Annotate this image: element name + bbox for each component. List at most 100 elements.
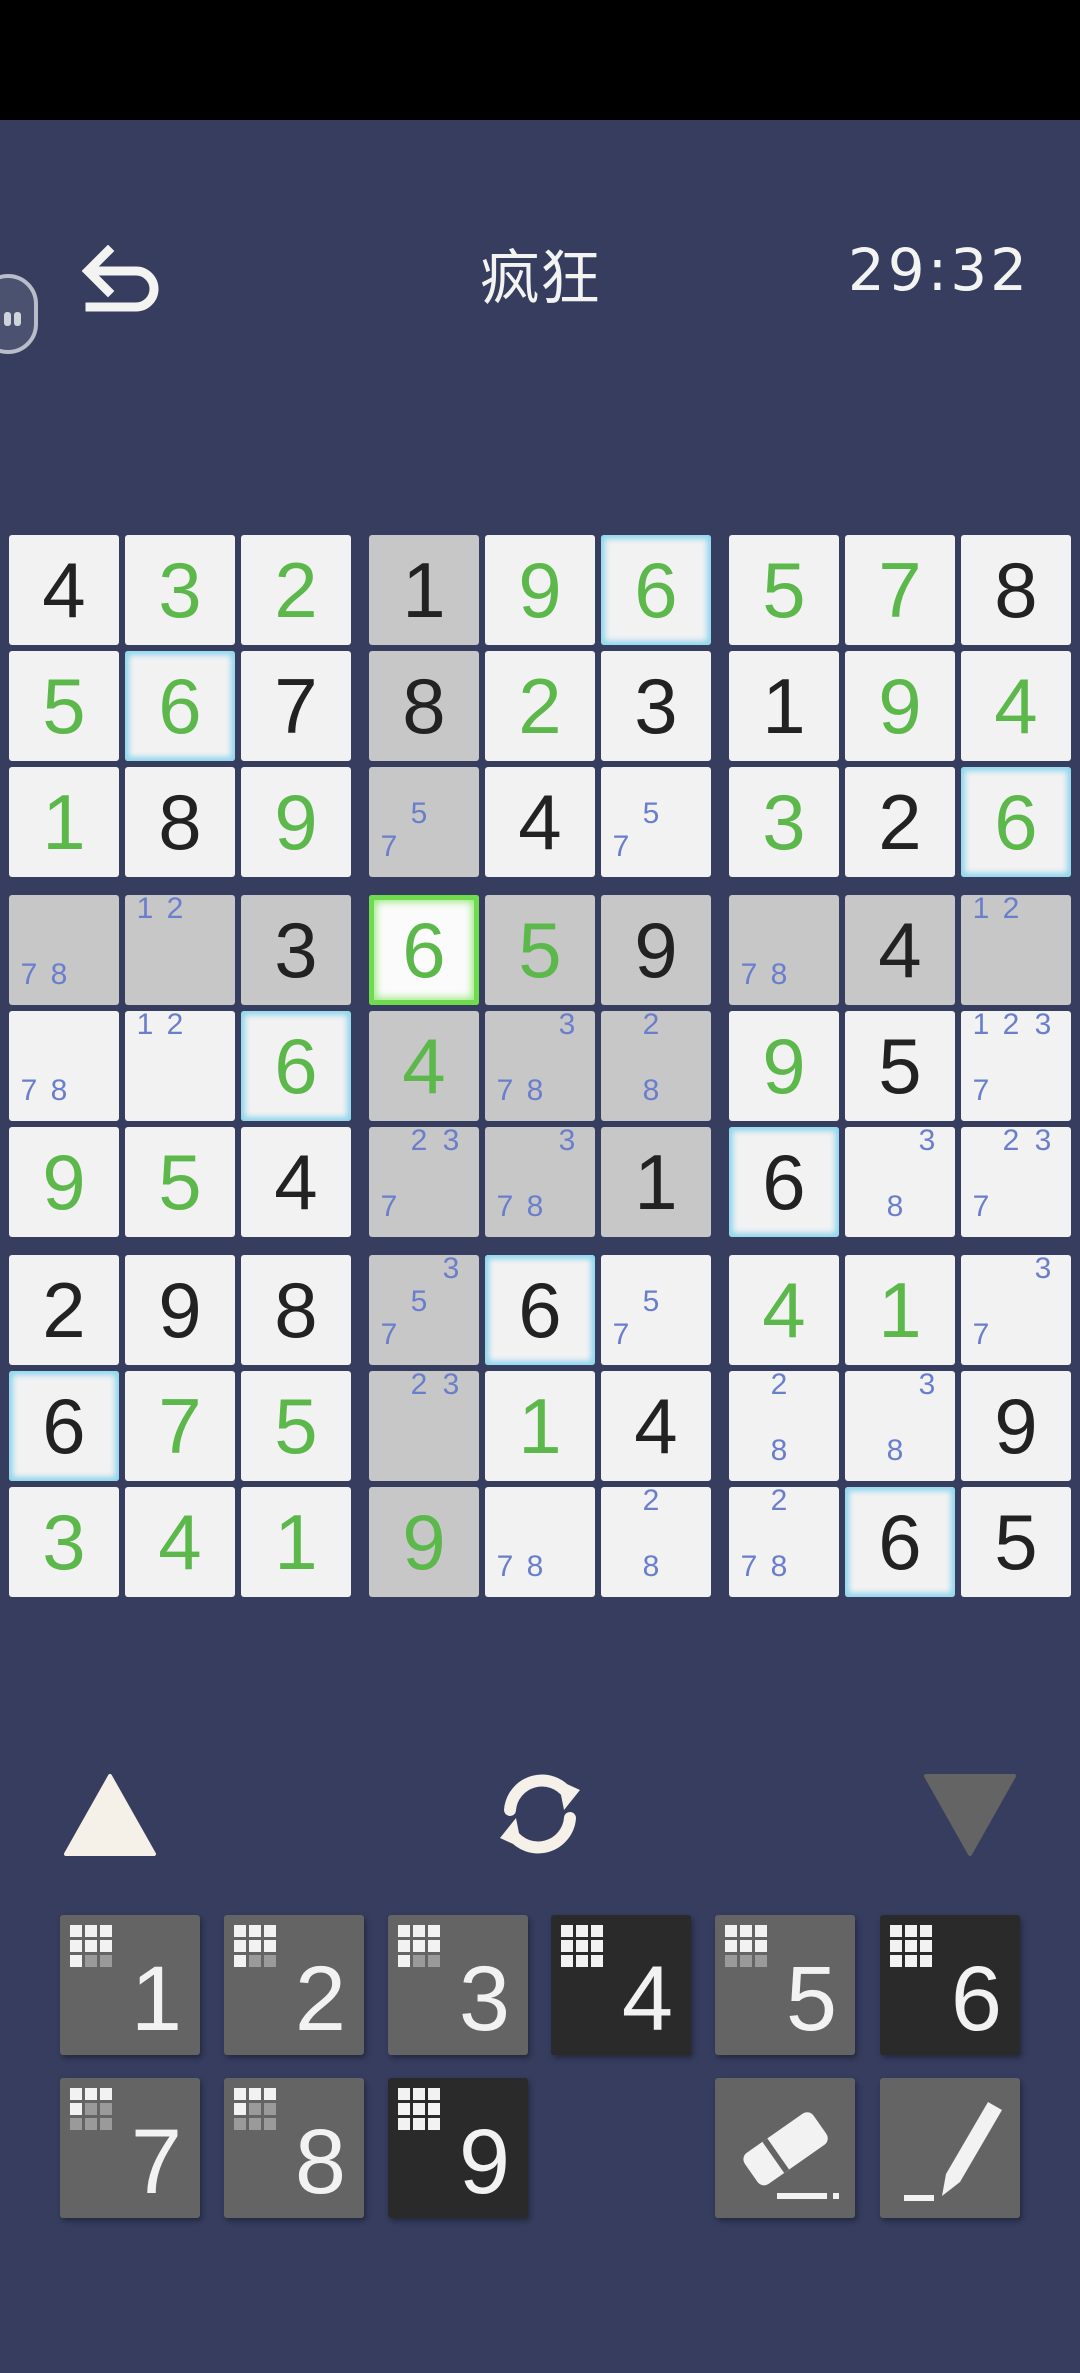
number-key-2[interactable]: 2 — [224, 1915, 364, 2055]
sudoku-cell[interactable]: 1 — [9, 767, 119, 877]
number-key-6[interactable]: 6 — [880, 1915, 1020, 2055]
sudoku-cell[interactable]: 78 — [9, 1011, 119, 1121]
sudoku-cell[interactable]: 12 — [125, 1008, 235, 1121]
sudoku-cell[interactable]: 6 — [241, 1011, 351, 1121]
sudoku-cell[interactable]: 1 — [369, 535, 479, 645]
sudoku-cell[interactable]: 4 — [961, 651, 1071, 761]
sudoku-cell[interactable]: 3 — [729, 767, 839, 877]
sudoku-cell[interactable]: 5 — [729, 535, 839, 645]
sudoku-cell[interactable]: 3 78 — [485, 1008, 595, 1121]
number-key-9[interactable]: 9 — [388, 2078, 528, 2218]
number-key-4[interactable]: 4 — [551, 1915, 691, 2055]
sudoku-cell[interactable]: 6 — [9, 1371, 119, 1481]
number-key-5[interactable]: 5 — [715, 1915, 855, 2055]
sudoku-cell[interactable]: 357 — [369, 1252, 479, 1365]
sudoku-cell[interactable]: 6 — [485, 1255, 595, 1365]
sudoku-cell[interactable]: 8 — [125, 767, 235, 877]
sudoku-cell[interactable]: 38 — [845, 1124, 955, 1237]
sudoku-cell[interactable]: 4 — [601, 1371, 711, 1481]
sudoku-cell[interactable]: 57 — [601, 1255, 711, 1365]
sudoku-cell[interactable]: 1 — [845, 1255, 955, 1365]
sudoku-cell[interactable]: 9 — [125, 1255, 235, 1365]
sudoku-cell[interactable]: 1 — [485, 1371, 595, 1481]
sudoku-cell[interactable]: 6 — [845, 1487, 955, 1597]
sudoku-cell[interactable]: 9 — [9, 1127, 119, 1237]
sudoku-cell[interactable]: 78 — [9, 895, 119, 1005]
sudoku-cell[interactable]: 3 — [241, 895, 351, 1005]
sudoku-cell[interactable]: 2 — [845, 767, 955, 877]
sudoku-cell[interactable]: 4 — [241, 1127, 351, 1237]
sudoku-cell[interactable]: 5 — [845, 1011, 955, 1121]
sudoku-cell[interactable]: 9 — [845, 651, 955, 761]
sudoku-cell[interactable]: 3 — [125, 535, 235, 645]
sudoku-cell[interactable]: 6 — [601, 535, 711, 645]
sudoku-cell[interactable]: 9 — [485, 535, 595, 645]
sudoku-cell[interactable]: 4 — [729, 1255, 839, 1365]
sudoku-cell[interactable]: 9 — [601, 895, 711, 1005]
number-key-1[interactable]: 1 — [60, 1915, 200, 2055]
sudoku-cell[interactable]: 23 7 — [961, 1124, 1071, 1237]
pencil-button[interactable] — [880, 2078, 1020, 2218]
pencil-note: 8 — [50, 1074, 68, 1107]
number-key-3[interactable]: 3 — [388, 1915, 528, 2055]
sudoku-cell[interactable]: 23 — [369, 1368, 479, 1481]
sudoku-cell[interactable]: 28 — [601, 1484, 711, 1597]
sudoku-cell[interactable]: 2 — [241, 535, 351, 645]
eraser-button[interactable] — [715, 2078, 855, 2218]
sudoku-cell[interactable]: 5 — [241, 1371, 351, 1481]
sudoku-cell[interactable]: 28 — [601, 1008, 711, 1121]
sudoku-cell[interactable]: 5 — [961, 1487, 1071, 1597]
sudoku-cell[interactable]: 12 — [125, 892, 235, 1005]
sudoku-cell[interactable]: 5 — [9, 651, 119, 761]
sudoku-cell[interactable]: 123 7 — [961, 1008, 1071, 1121]
sudoku-cell[interactable]: 3 — [9, 1487, 119, 1597]
sudoku-cell[interactable]: 9 — [961, 1371, 1071, 1481]
sudoku-cell[interactable]: 2 — [485, 651, 595, 761]
sudoku-cell[interactable]: 4 — [845, 895, 955, 1005]
number-key-8[interactable]: 8 — [224, 2078, 364, 2218]
sudoku-cell[interactable]: 1 — [241, 1487, 351, 1597]
sudoku-cell[interactable]: 2 — [9, 1255, 119, 1365]
floating-handle[interactable] — [0, 274, 38, 354]
sudoku-cell[interactable]: 5 — [125, 1127, 235, 1237]
sudoku-cell[interactable]: 4 — [485, 767, 595, 877]
sudoku-cell[interactable]: 7 — [845, 535, 955, 645]
sudoku-cell[interactable]: 3 78 — [485, 1124, 595, 1237]
sudoku-cell[interactable]: 7 — [125, 1371, 235, 1481]
sudoku-cell[interactable]: 9 — [369, 1487, 479, 1597]
sudoku-cell[interactable]: 8 — [369, 651, 479, 761]
sudoku-cell[interactable]: 38 — [845, 1368, 955, 1481]
sudoku-cell[interactable]: 6 — [961, 767, 1071, 877]
next-button[interactable] — [920, 1770, 1020, 1860]
sudoku-cell[interactable]: 1 — [729, 651, 839, 761]
sudoku-cell[interactable]: 8 — [241, 1255, 351, 1365]
sudoku-cell[interactable]: 37 — [961, 1252, 1071, 1365]
sudoku-cell[interactable]: 6 — [369, 895, 479, 1005]
sudoku-cell[interactable]: 9 — [241, 767, 351, 877]
sudoku-cell[interactable]: 57 — [601, 767, 711, 877]
number-key-7[interactable]: 7 — [60, 2078, 200, 2218]
sudoku-cell[interactable]: 28 — [729, 1368, 839, 1481]
sudoku-cell[interactable]: 4 — [125, 1487, 235, 1597]
sudoku-cell[interactable]: 5 — [485, 895, 595, 1005]
pencil-note: 7 — [380, 1318, 398, 1351]
sudoku-cell[interactable]: 7 — [241, 651, 351, 761]
refresh-button[interactable] — [488, 1766, 592, 1862]
sudoku-cell[interactable]: 78 — [485, 1487, 595, 1597]
sudoku-cell[interactable]: 9 — [729, 1011, 839, 1121]
sudoku-cell[interactable]: 23 7 — [369, 1124, 479, 1237]
sudoku-cell[interactable]: 1 — [601, 1127, 711, 1237]
sudoku-cell[interactable]: 6 — [125, 651, 235, 761]
sudoku-cell[interactable]: 12 — [961, 892, 1071, 1005]
sudoku-cell[interactable]: 278 — [729, 1484, 839, 1597]
sudoku-cell[interactable]: 4 — [9, 535, 119, 645]
sudoku-cell[interactable]: 3 — [601, 651, 711, 761]
back-button[interactable] — [78, 244, 162, 315]
pencil-note: 7 — [972, 1074, 990, 1107]
sudoku-cell[interactable]: 57 — [369, 767, 479, 877]
previous-button[interactable] — [60, 1770, 160, 1860]
sudoku-cell[interactable]: 8 — [961, 535, 1071, 645]
sudoku-cell[interactable]: 4 — [369, 1011, 479, 1121]
sudoku-cell[interactable]: 6 — [729, 1127, 839, 1237]
sudoku-cell[interactable]: 78 — [729, 895, 839, 1005]
